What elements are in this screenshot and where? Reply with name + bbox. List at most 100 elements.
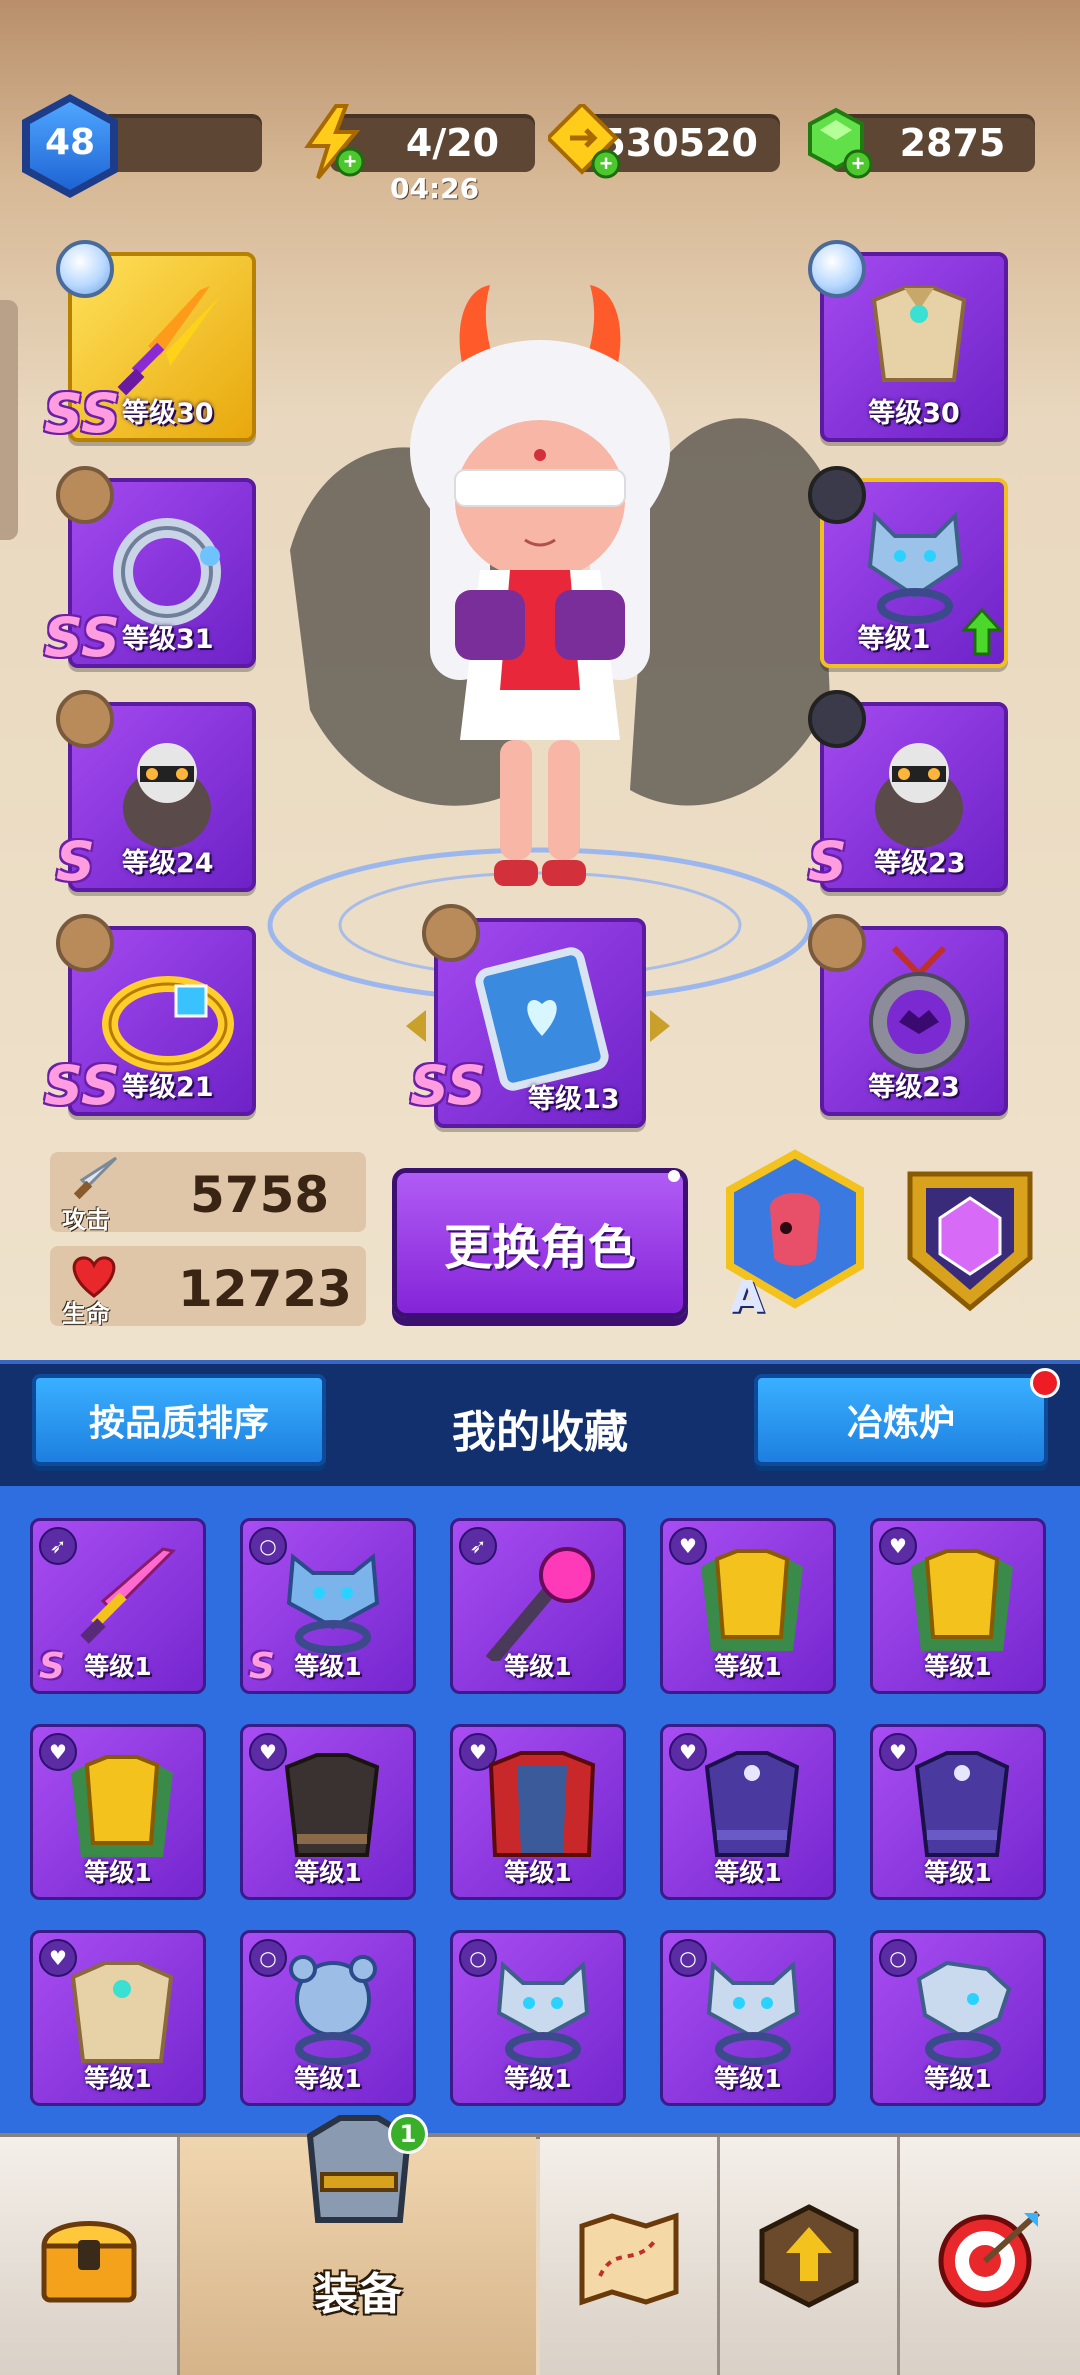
collection-item[interactable]: ♥ 等级1 bbox=[660, 1724, 836, 1900]
collection-item[interactable]: ○ 等级1 bbox=[450, 1930, 626, 2106]
bracelet-icon bbox=[102, 976, 234, 1072]
item-level: 等级1 bbox=[714, 1858, 782, 1887]
collection-item[interactable]: ○ 等级1 bbox=[240, 1930, 416, 2106]
collection-item[interactable]: ♥ 等级1 bbox=[30, 1724, 206, 1900]
gold-armor-icon bbox=[911, 1549, 1013, 1651]
hp-label: 生命 bbox=[62, 1300, 110, 1328]
item-level: 等级1 bbox=[504, 1858, 572, 1887]
slot-level: 等级24 bbox=[122, 848, 214, 879]
gem-icon[interactable]: + bbox=[800, 104, 876, 180]
map-icon bbox=[579, 2212, 678, 2306]
sword-icon bbox=[73, 1156, 118, 1200]
player-level: 48 bbox=[44, 122, 96, 163]
grade-badge: S bbox=[56, 830, 95, 893]
dragon-ring-icon bbox=[916, 1960, 1012, 2066]
wolf-ring-icon bbox=[867, 511, 963, 624]
dark-tunic-icon bbox=[284, 1753, 380, 1857]
tab-upgrade[interactable] bbox=[720, 2137, 900, 2375]
item-level: 等级1 bbox=[84, 1858, 152, 1887]
gem-shield-icon[interactable] bbox=[900, 1166, 1040, 1316]
bear-ring-icon bbox=[289, 1955, 377, 2066]
gem-socket bbox=[56, 240, 114, 298]
bow-type-icon: ➶ bbox=[39, 1527, 77, 1565]
attack-stat: 攻击 5758 bbox=[50, 1152, 366, 1234]
bird-pet-icon bbox=[875, 743, 963, 848]
hero-character[interactable] bbox=[360, 270, 720, 920]
sort-by-quality-button[interactable]: 按品质排序 bbox=[32, 1374, 326, 1466]
mage-robe-icon bbox=[704, 1751, 800, 1857]
forge-button[interactable]: 冶炼炉 bbox=[754, 1374, 1048, 1466]
collection-item[interactable]: ♥ 等级1 bbox=[870, 1724, 1046, 1900]
gem-socket bbox=[808, 914, 866, 972]
bird-pet-icon bbox=[123, 743, 211, 848]
treasure-chest-icon bbox=[40, 2221, 137, 2303]
rank-letter: A bbox=[730, 1272, 765, 1323]
grade-badge: SS bbox=[44, 1054, 120, 1117]
slot-level: 等级30 bbox=[868, 398, 960, 429]
heart-icon bbox=[72, 1256, 116, 1298]
collection-item[interactable]: ♥ 等级1 bbox=[450, 1724, 626, 1900]
item-level: 等级1 bbox=[84, 1652, 152, 1681]
red-robe-icon bbox=[488, 1751, 596, 1857]
collection-item[interactable]: ○ 等级1 bbox=[660, 1930, 836, 2106]
gold-armor-icon bbox=[701, 1549, 803, 1651]
gem-value: 2875 bbox=[899, 121, 1006, 165]
energy-value: 4/20 bbox=[405, 121, 500, 165]
svg-text:+: + bbox=[600, 151, 613, 176]
slot-level: 等级21 bbox=[122, 1072, 214, 1103]
tab-equipment-label: 装备 bbox=[314, 2269, 402, 2320]
amulet-icon bbox=[869, 945, 969, 1072]
slot-level: 等级23 bbox=[874, 848, 966, 879]
item-level: 等级1 bbox=[924, 1858, 992, 1887]
gem-socket bbox=[422, 904, 480, 962]
ring-icon bbox=[113, 518, 221, 626]
item-level: 等级1 bbox=[924, 1652, 992, 1681]
collection-item[interactable]: ♥ 等级1 bbox=[870, 1518, 1046, 1694]
tab-shop[interactable] bbox=[0, 2137, 180, 2375]
item-level: 等级1 bbox=[504, 2064, 572, 2093]
dragon-ring-icon bbox=[286, 1553, 380, 1654]
collection-item[interactable]: ➶ S 等级1 bbox=[30, 1518, 206, 1694]
xp-bar bbox=[100, 114, 262, 172]
svg-text:+: + bbox=[344, 149, 357, 174]
energy-timer: 04:26 bbox=[390, 172, 480, 205]
attack-label: 攻击 bbox=[62, 1206, 110, 1234]
spellbook-icon bbox=[475, 947, 609, 1091]
gem-socket bbox=[56, 690, 114, 748]
gem-socket bbox=[808, 240, 866, 298]
armor-icon bbox=[70, 1961, 174, 2063]
slot-level: 等级30 bbox=[122, 398, 214, 429]
item-level: 等级1 bbox=[714, 2064, 782, 2093]
collection-item[interactable]: ➶ 等级1 bbox=[450, 1518, 626, 1694]
gem-socket bbox=[56, 466, 114, 524]
item-level: 等级1 bbox=[84, 2064, 152, 2093]
grade-badge: SS bbox=[44, 606, 120, 669]
change-character-button[interactable]: 更换角色 bbox=[392, 1168, 688, 1318]
collection-item[interactable]: ♥ 等级1 bbox=[240, 1724, 416, 1900]
grade-badge: S bbox=[808, 830, 847, 893]
collection-item[interactable]: ○ 等级1 bbox=[870, 1930, 1046, 2106]
hp-value: 12723 bbox=[178, 1260, 352, 1318]
collection-item[interactable]: ♥ 等级1 bbox=[30, 1930, 206, 2106]
item-level: 等级1 bbox=[504, 1652, 572, 1681]
wolf-ring-icon bbox=[496, 1960, 590, 2066]
grade-badge: SS bbox=[44, 382, 120, 445]
coin-ticket-icon[interactable]: + bbox=[548, 104, 624, 180]
grade-badge: SS bbox=[410, 1054, 486, 1117]
gem-socket bbox=[808, 466, 866, 524]
gem-socket bbox=[808, 690, 866, 748]
lightning-icon[interactable]: + bbox=[298, 104, 368, 180]
item-level: 等级1 bbox=[294, 2064, 362, 2093]
collection-item[interactable]: ○ S 等级1 bbox=[240, 1518, 416, 1694]
slot-level: 等级1 bbox=[857, 624, 931, 655]
item-level: 等级1 bbox=[924, 2064, 992, 2093]
gem-socket bbox=[56, 914, 114, 972]
slot-level: 等级13 bbox=[528, 1084, 620, 1115]
collection-title: 我的收藏 bbox=[452, 1407, 628, 1458]
tab-map[interactable] bbox=[540, 2137, 720, 2375]
collection-item[interactable]: ♥ 等级1 bbox=[660, 1518, 836, 1694]
tab-target[interactable] bbox=[900, 2137, 1080, 2375]
gold-armor-icon bbox=[71, 1755, 173, 1857]
side-drawer-handle[interactable] bbox=[0, 300, 18, 540]
notification-dot bbox=[1030, 1368, 1060, 1398]
